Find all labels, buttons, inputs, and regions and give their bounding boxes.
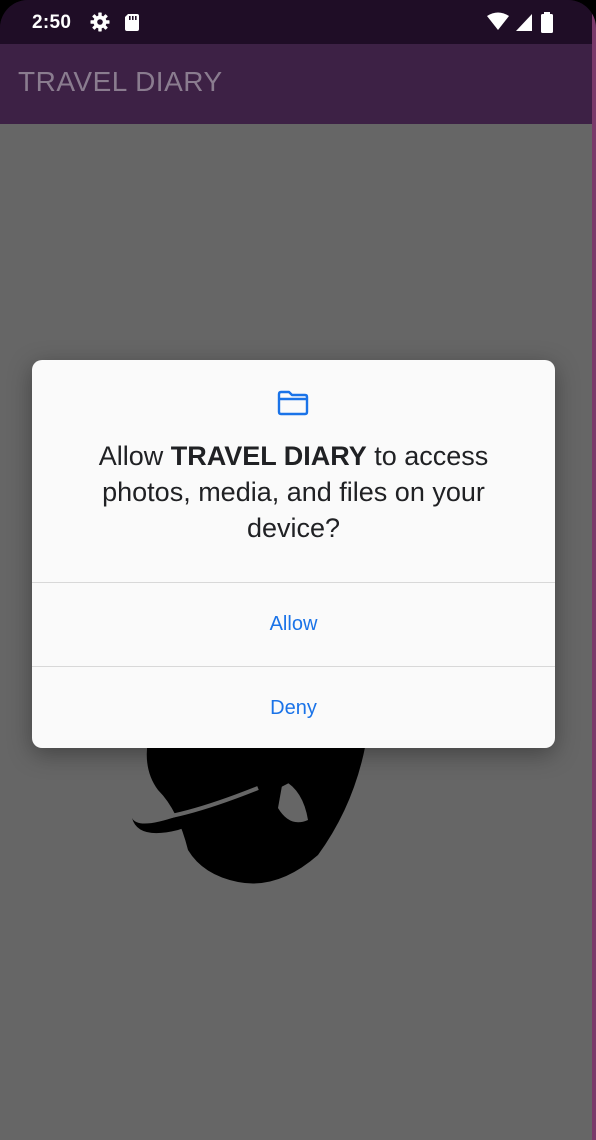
sd-card-icon [122,12,142,32]
gear-icon [90,12,110,32]
app-title: TRAVEL DIARY [18,66,223,97]
message-app-name: TRAVEL DIARY [170,441,367,471]
device-edge [592,0,596,1140]
app-bar: TRAVEL DIARY [0,44,596,124]
phone-screen: 2:50 TRAVEL DIARY Allow TRAVEL DIARY to … [0,0,596,1140]
folder-icon [277,390,309,416]
deny-button[interactable]: Deny [32,667,555,749]
cell-signal-icon [514,12,534,32]
permission-dialog: Allow TRAVEL DIARY to access photos, med… [32,360,555,748]
wifi-icon [486,12,510,32]
allow-button[interactable]: Allow [32,583,555,665]
status-bar: 2:50 [0,0,596,44]
status-time: 2:50 [32,12,72,33]
message-prefix: Allow [98,441,171,471]
dialog-message: Allow TRAVEL DIARY to access photos, med… [62,438,525,546]
battery-icon [540,12,554,33]
